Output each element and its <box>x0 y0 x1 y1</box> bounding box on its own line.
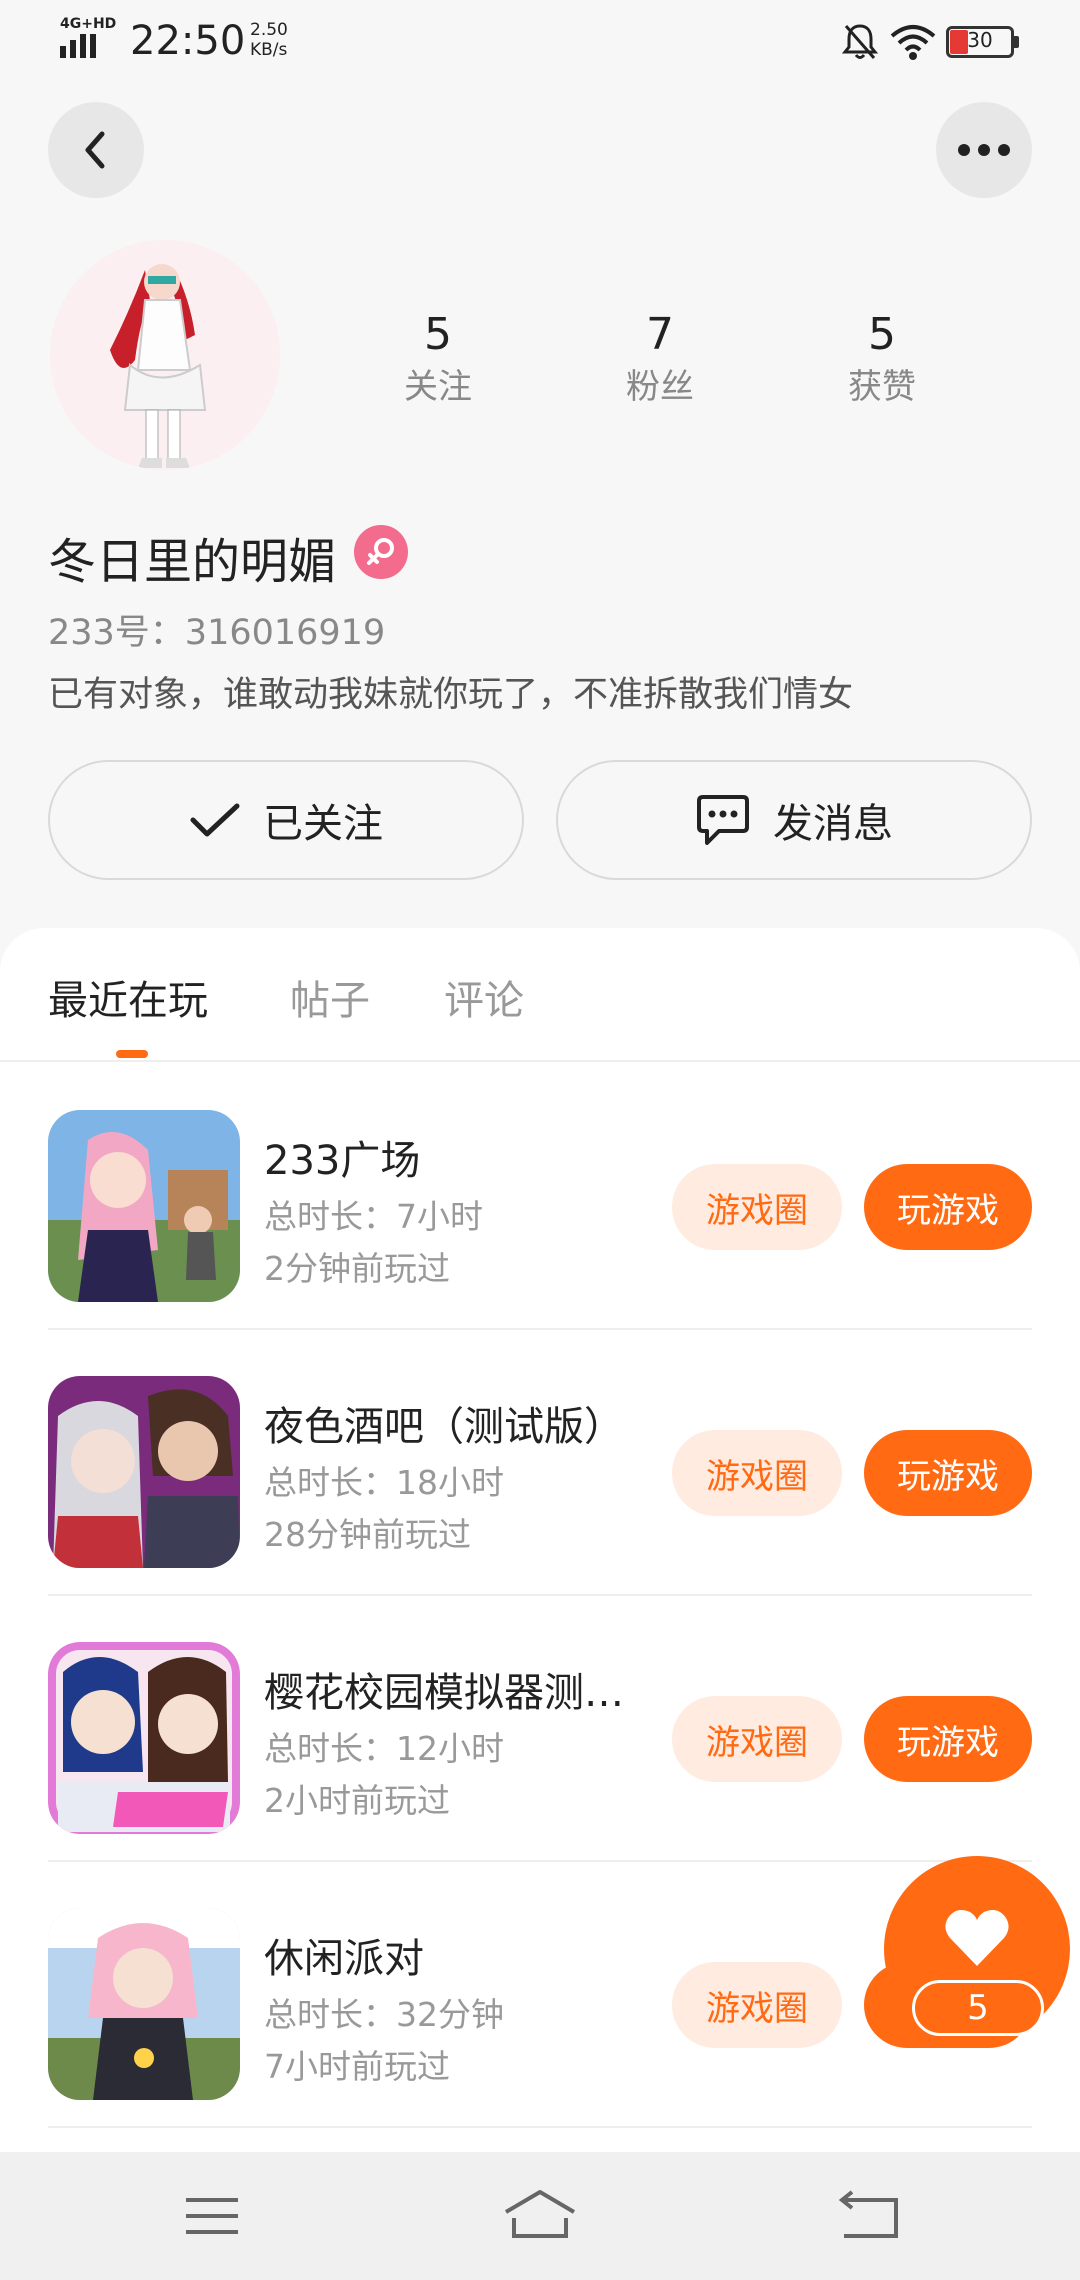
battery-icon: 30 <box>946 26 1020 58</box>
tab-recent-played[interactable]: 最近在玩 <box>48 968 208 1026</box>
avatar[interactable] <box>50 240 280 470</box>
stat-fans-value: 7 <box>646 309 674 360</box>
chat-bubble-icon <box>697 795 749 845</box>
tab-bar: 最近在玩 帖子 评论 <box>0 928 1080 1062</box>
bell-muted-icon <box>841 24 879 59</box>
username: 冬日里的明媚 <box>48 534 337 590</box>
game-duration: 总时长：12小时 <box>264 1729 504 1768</box>
stat-fans[interactable]: 7 粉丝 <box>580 305 740 409</box>
clock: 22:50 <box>130 18 246 64</box>
more-button[interactable] <box>936 102 1032 198</box>
back-nav-icon[interactable] <box>830 2186 910 2246</box>
female-icon <box>354 525 408 579</box>
game-last-played: 7小时前玩过 <box>264 2047 450 2086</box>
game-title: 休闲派对 <box>264 1936 424 1982</box>
game-icon[interactable] <box>48 1110 240 1302</box>
like-count: 5 <box>912 1980 1044 2036</box>
game-title: 樱花校园模拟器测… <box>264 1670 624 1716</box>
net-speed-value: 2.50 <box>250 20 288 40</box>
game-row[interactable]: 休闲派对 总时长：32分钟 7小时前玩过 游戏圈 玩 <box>48 1862 1032 2128</box>
game-circle-button[interactable]: 游戏圈 <box>672 1696 842 1782</box>
battery-level: 30 <box>967 28 993 52</box>
follow-button-label: 已关注 <box>263 801 383 847</box>
stat-fans-label: 粉丝 <box>626 367 694 407</box>
stat-following-label: 关注 <box>404 367 472 407</box>
stat-likes-value: 5 <box>868 309 896 360</box>
game-circle-button[interactable]: 游戏圈 <box>672 1164 842 1250</box>
play-game-button[interactable]: 玩游戏 <box>864 1164 1032 1250</box>
chevron-left-icon <box>85 131 105 169</box>
tab-indicator <box>116 1050 148 1058</box>
system-nav-bar <box>0 2152 1080 2280</box>
game-row[interactable]: 233广场 总时长：7小时 2分钟前玩过 游戏圈 玩游戏 <box>48 1064 1032 1330</box>
stat-following-value: 5 <box>424 309 452 360</box>
game-row[interactable]: 樱花校园模拟器测… 总时长：12小时 2小时前玩过 游戏圈 玩游戏 <box>48 1596 1032 1862</box>
heart-icon <box>945 1910 1009 1966</box>
game-duration: 总时长：32分钟 <box>264 1995 504 2034</box>
user-bio: 已有对象，谁敢动我妹就你玩了，不准拆散我们情女 <box>48 675 854 715</box>
stat-following[interactable]: 5 关注 <box>358 305 518 409</box>
game-duration: 总时长：18小时 <box>264 1463 504 1502</box>
follow-button[interactable]: 已关注 <box>48 760 524 880</box>
menu-icon[interactable] <box>172 2186 252 2246</box>
home-icon[interactable] <box>500 2186 580 2246</box>
game-icon[interactable] <box>48 1908 240 2100</box>
avatar-illustration <box>50 240 280 470</box>
game-title: 233广场 <box>264 1138 421 1184</box>
message-button-label: 发消息 <box>773 801 893 847</box>
game-icon[interactable] <box>48 1642 240 1834</box>
game-last-played: 2小时前玩过 <box>264 1781 450 1820</box>
game-icon[interactable] <box>48 1376 240 1568</box>
game-circle-button[interactable]: 游戏圈 <box>672 1430 842 1516</box>
stat-likes[interactable]: 5 获赞 <box>802 305 962 409</box>
back-button[interactable] <box>48 102 144 198</box>
game-last-played: 2分钟前玩过 <box>264 1249 450 1288</box>
play-game-button[interactable]: 玩游戏 <box>864 1696 1032 1782</box>
check-icon <box>190 803 240 837</box>
play-game-button[interactable]: 玩游戏 <box>864 1430 1032 1516</box>
message-button[interactable]: 发消息 <box>556 760 1032 880</box>
game-title: 夜色酒吧（测试版） <box>264 1404 624 1450</box>
stat-likes-label: 获赞 <box>848 367 916 407</box>
game-last-played: 28分钟前玩过 <box>264 1515 471 1554</box>
tab-comments[interactable]: 评论 <box>444 968 524 1026</box>
net-speed-unit: KB/s <box>250 40 288 60</box>
more-dots-icon <box>958 144 1010 156</box>
wifi-icon <box>890 25 936 60</box>
game-circle-button[interactable]: 游戏圈 <box>672 1962 842 2048</box>
net-speed: 2.50 KB/s <box>250 20 288 60</box>
status-bar: 4G+HD 22:50 2.50 KB/s 30 <box>0 0 1080 84</box>
game-duration: 总时长：7小时 <box>264 1197 483 1236</box>
game-row[interactable]: 夜色酒吧（测试版） 总时长：18小时 28分钟前玩过 游戏圈 玩游戏 <box>48 1330 1032 1596</box>
tab-posts[interactable]: 帖子 <box>290 968 370 1026</box>
user-id: 233号：316016919 <box>48 613 386 653</box>
network-type: 4G+HD <box>60 16 117 32</box>
